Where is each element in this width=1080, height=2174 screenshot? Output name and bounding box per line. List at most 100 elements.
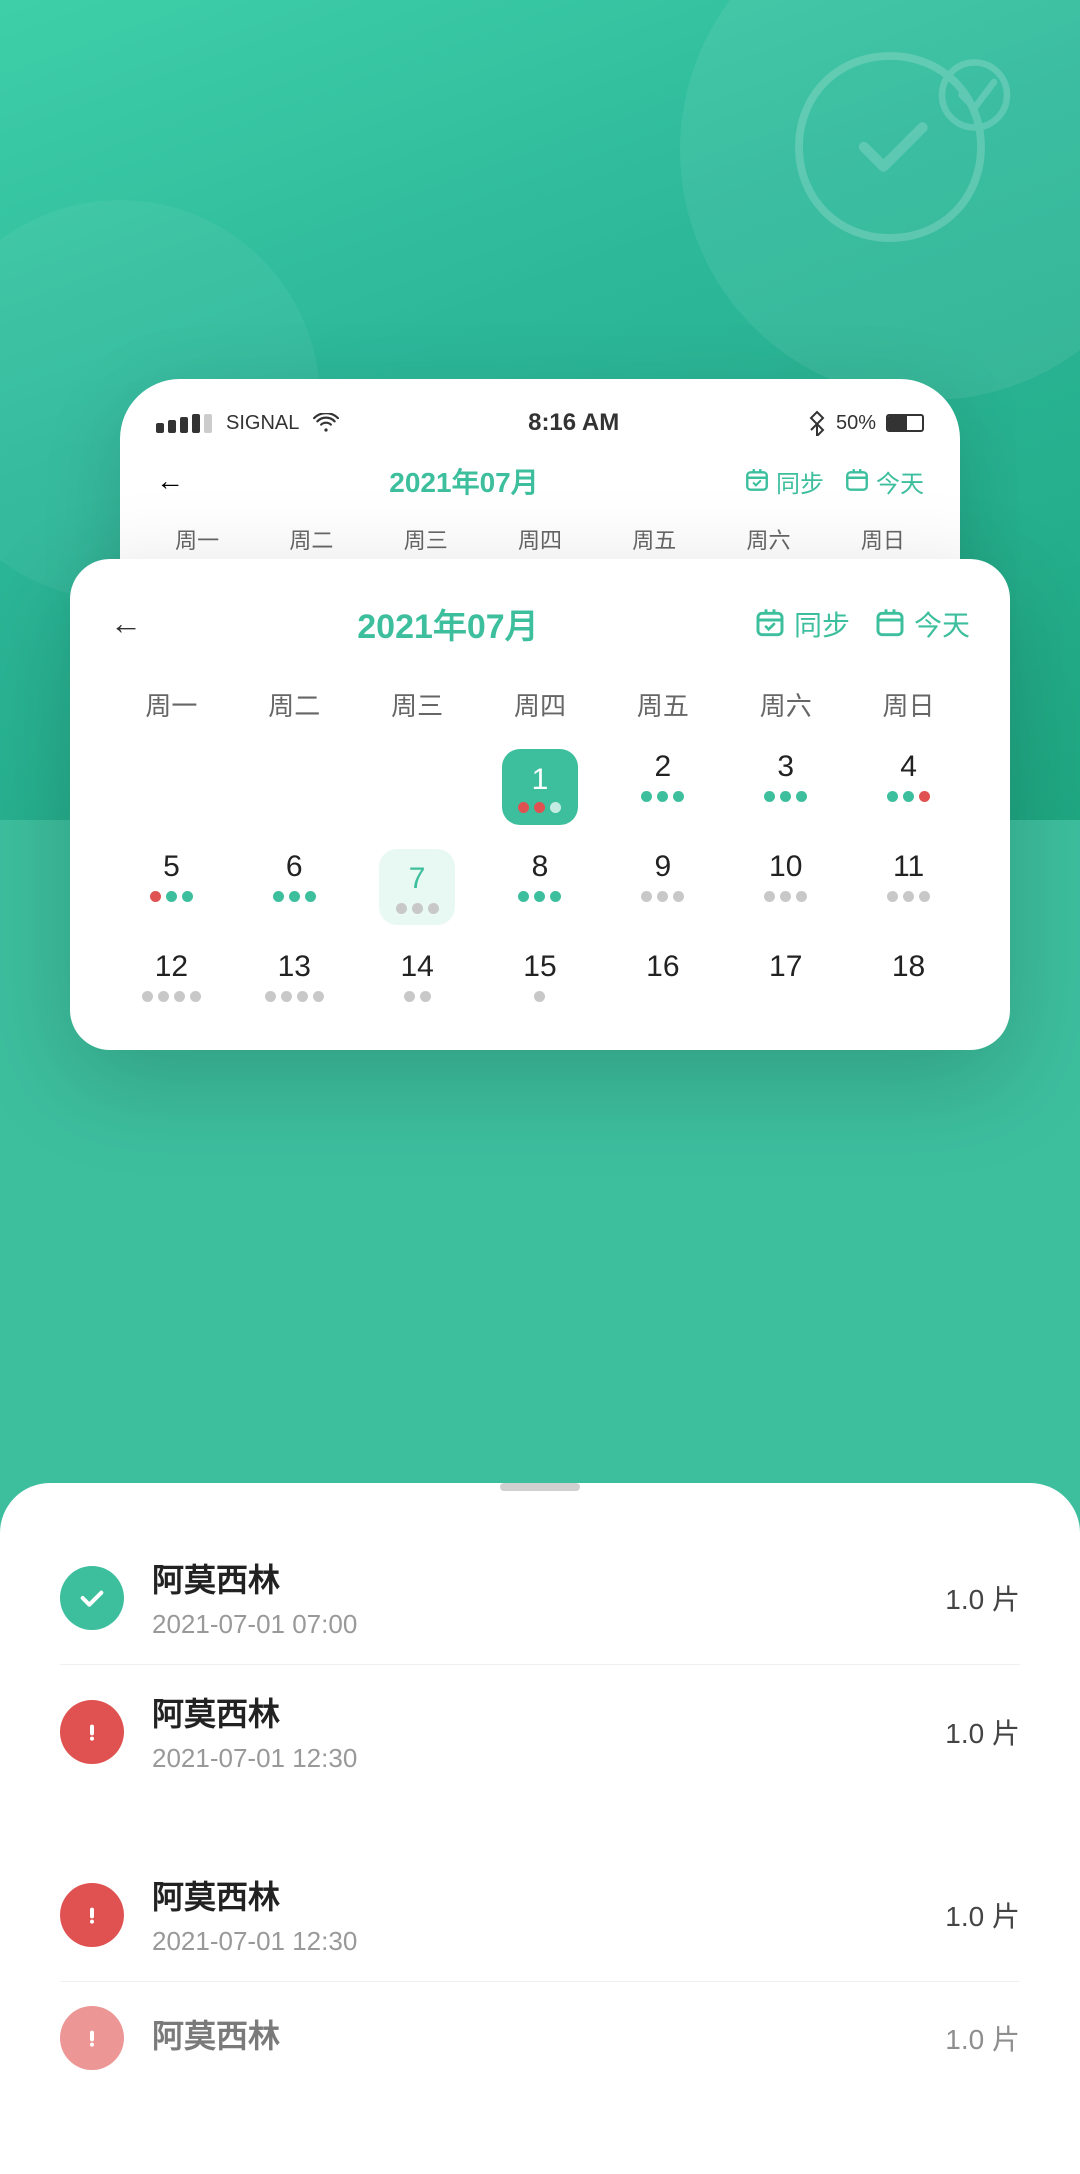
cal-dots-15 [534,991,545,1002]
dot [281,991,292,1002]
card-today-btn[interactable]: 今天 [874,604,970,644]
medicine-info-2: 阿莫西林 2021-07-01 12:30 [152,1689,945,1774]
med-name-1: 阿莫西林 [152,1555,945,1601]
med-dose-3: 1.0 片 [945,1895,1020,1935]
cal-num-4: 4 [900,749,917,785]
bottom-partial-card: 阿莫西林 2021-07-01 12:30 1.0 片 阿莫西林 1.0 片 [30,1828,1050,2114]
dot [919,891,930,902]
dot [518,802,529,813]
medicine-info-1: 阿莫西林 2021-07-01 07:00 [152,1555,945,1640]
status-bar: SIGNAL 8:16 AM 50% [120,399,960,447]
cal-num-6: 6 [286,849,303,885]
dot [534,891,545,902]
cal-dots-1 [518,802,561,813]
medicine-item-4[interactable]: 阿莫西林 1.0 片 [60,1982,1020,2094]
calendar-grid: 1 2 [110,741,970,1010]
sync-btn[interactable]: 同步 [744,464,824,499]
card-header-actions: 同步 今天 [754,604,970,644]
cal-cell-1[interactable]: 1 [479,741,602,833]
cal-num-1: 1 [532,762,549,798]
dot [919,791,930,802]
cal-cell-18[interactable]: 18 [847,941,970,1010]
dot [887,791,898,802]
dot [673,891,684,902]
dot [550,891,561,902]
dot [150,891,161,902]
card-sync-btn[interactable]: 同步 [754,604,850,644]
status-time: 8:16 AM [528,409,619,437]
cal-cell-7[interactable]: 7 [356,841,479,933]
med-name-2: 阿莫西林 [152,1689,945,1735]
cal-cell-3[interactable]: 3 [724,741,847,833]
status-left: SIGNAL [156,412,339,435]
dot [764,791,775,802]
weekday-tue: 周二 [233,678,356,731]
dot [796,891,807,902]
cal-num-12: 12 [155,949,188,985]
cal-dots-12 [142,991,201,1002]
today-btn[interactable]: 今天 [844,464,924,499]
cal-num-17: 17 [769,949,802,985]
cal-cell-16[interactable]: 16 [601,941,724,1010]
back-btn[interactable]: ← [156,465,184,497]
med-name-3: 阿莫西林 [152,1872,945,1918]
dot [297,991,308,1002]
weekday-sun: 周日 [847,678,970,731]
medicine-info-4: 阿莫西林 [152,2011,945,2065]
cal-dots-6 [273,891,316,902]
dot [657,791,668,802]
dot [428,903,439,914]
medicine-item-3[interactable]: 阿莫西林 2021-07-01 12:30 1.0 片 [60,1848,1020,1982]
cal-cell-8[interactable]: 8 [479,841,602,933]
medicine-item-2[interactable]: 阿莫西林 2021-07-01 12:30 1.0 片 [60,1665,1020,1798]
dot [265,991,276,1002]
cal-dots-2 [641,791,684,802]
battery-icon [886,414,924,432]
dot [903,791,914,802]
cal-dots-14 [404,991,431,1002]
dot [182,891,193,902]
cal-cell-12[interactable]: 12 [110,941,233,1010]
page-root: 服药日历 新增服药日历，纵览服药情况 SIGNAL [0,0,1080,2174]
weekday-wed: 周三 [356,678,479,731]
medicine-warn-icon-3 [60,2006,124,2070]
today-label: 今天 [876,464,924,499]
cal-dots-4 [887,791,930,802]
cal-dots-8 [518,891,561,902]
cal-cell-empty-2 [233,741,356,833]
cal-cell-15[interactable]: 15 [479,941,602,1010]
med-dose-4: 1.0 片 [945,2018,1020,2058]
dot [673,791,684,802]
cal-cell-2[interactable]: 2 [601,741,724,833]
medicine-check-icon [60,1566,124,1630]
cal-dots-3 [764,791,807,802]
dot [166,891,177,902]
cal-num-18: 18 [892,949,925,985]
cal-cell-10[interactable]: 10 [724,841,847,933]
cal-cell-9[interactable]: 9 [601,841,724,933]
dot [412,903,423,914]
front-calendar-card: ← 2021年07月 同步 [70,559,1010,1050]
cal-num-14: 14 [400,949,433,985]
cal-cell-6[interactable]: 6 [233,841,356,933]
cal-cell-5[interactable]: 5 [110,841,233,933]
dot [289,891,300,902]
sync-label: 同步 [776,464,824,499]
cal-cell-17[interactable]: 17 [724,941,847,1010]
weekday-thu: 周四 [479,678,602,731]
dot [396,903,407,914]
medicine-item-1[interactable]: 阿莫西林 2021-07-01 07:00 1.0 片 [60,1531,1020,1665]
card-back-btn[interactable]: ← [110,605,142,642]
cal-cell-4[interactable]: 4 [847,741,970,833]
dot [190,991,201,1002]
cal-cell-11[interactable]: 11 [847,841,970,933]
wifi-icon [313,413,339,433]
signal-label: SIGNAL [226,412,299,435]
cal-cell-13[interactable]: 13 [233,941,356,1010]
medicine-info-3: 阿莫西林 2021-07-01 12:30 [152,1872,945,1957]
med-dose-2: 1.0 片 [945,1712,1020,1752]
weekday-mon: 周一 [110,678,233,731]
cal-cell-14[interactable]: 14 [356,941,479,1010]
cal-cell-empty-1 [110,741,233,833]
dot [903,891,914,902]
